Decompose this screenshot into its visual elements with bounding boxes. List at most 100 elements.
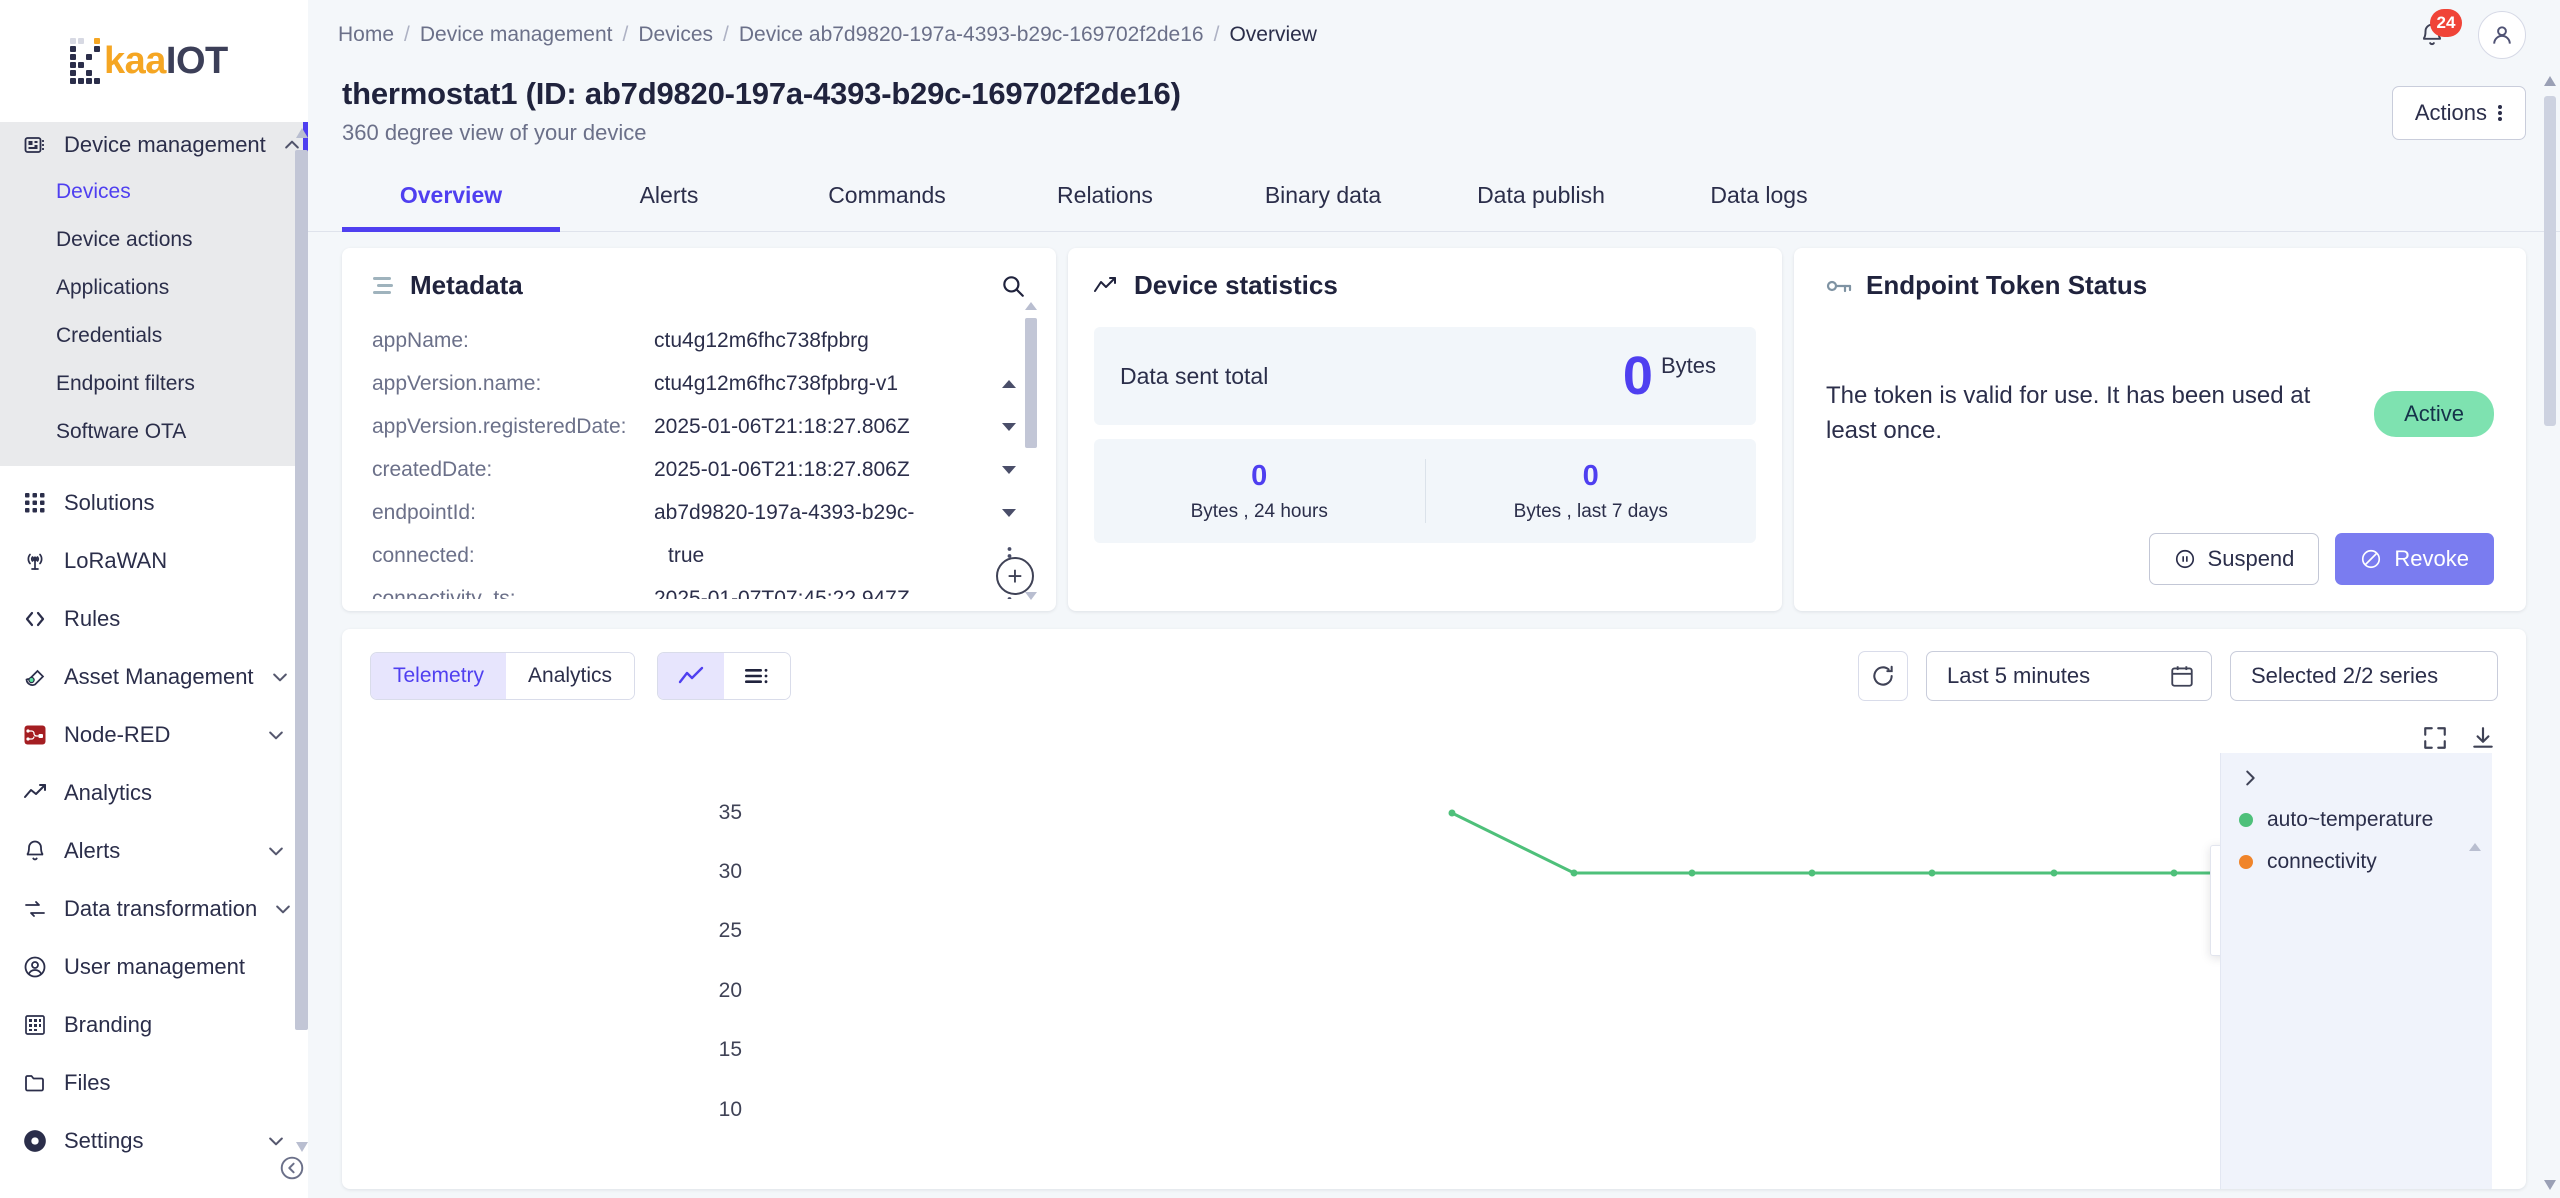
tab-data-logs[interactable]: Data logs <box>1650 168 1868 231</box>
line-chart-icon[interactable] <box>658 653 725 699</box>
sidebar-item-node-red[interactable]: Node-RED <box>0 706 308 764</box>
sidebar-item-device-actions[interactable]: Device actions <box>0 216 303 264</box>
notification-badge: 24 <box>2430 9 2462 37</box>
sidebar-item-devices[interactable]: Devices <box>0 168 303 216</box>
main-scroll-down-arrow[interactable] <box>2542 1178 2558 1192</box>
sidebar-item-credentials[interactable]: Credentials <box>0 312 303 360</box>
sidebar-item-label: Settings <box>64 1128 144 1153</box>
table-row: createdDate: 2025-01-06T21:18:27.806Z <box>342 448 1056 491</box>
caret-up-icon[interactable] <box>992 379 1026 389</box>
breadcrumb-device-management[interactable]: Device management <box>420 23 613 47</box>
segment-analytics[interactable]: Analytics <box>506 653 635 699</box>
caret-down-icon[interactable] <box>992 508 1026 518</box>
sidebar-item-label: User management <box>64 954 245 979</box>
tab-binary-data[interactable]: Binary data <box>1214 168 1432 231</box>
metadata-key: appVersion.name: <box>372 371 542 395</box>
breadcrumb-separator: / <box>404 23 410 46</box>
tab-overview[interactable]: Overview <box>342 168 560 232</box>
sidebar-item-label: Node-RED <box>64 722 171 747</box>
ban-circle-icon <box>2360 548 2382 570</box>
user-avatar[interactable] <box>2478 11 2526 59</box>
suspend-button[interactable]: Suspend <box>2148 533 2320 585</box>
legend-color-dot <box>2239 855 2253 869</box>
chevron-down-icon <box>270 667 290 687</box>
notifications-button[interactable]: 24 <box>2412 9 2462 55</box>
sidebar-item-alerts[interactable]: Alerts <box>0 822 308 880</box>
sidebar: kaaIOT Device management Devices Device … <box>0 0 308 1198</box>
time-range-picker[interactable]: Last 5 minutes <box>1926 651 2212 701</box>
chart-series-line <box>1448 809 2245 877</box>
caret-down-icon[interactable] <box>992 465 1026 475</box>
metadata-value: ab7d9820-197a-4393-b29c- <box>654 500 915 524</box>
legend-item-connectivity[interactable]: connectivity <box>2221 841 2492 883</box>
caret-down-icon[interactable] <box>992 422 1026 432</box>
metadata-rows[interactable]: appName: ctu4g12m6fhc738fpbrg appVersion… <box>342 319 1056 599</box>
user-circle-icon <box>22 954 48 980</box>
chart-plot-area[interactable]: 35 30 25 20 15 10 5 <box>342 761 2526 1189</box>
metadata-value: 2025-01-06T21:18:27.806Z <box>654 414 910 438</box>
add-metadata-button[interactable]: + <box>996 557 1034 595</box>
building-icon <box>22 1012 48 1038</box>
segment-telemetry[interactable]: Telemetry <box>371 653 507 699</box>
breadcrumb: Home / Device management / Devices / Dev… <box>338 23 1317 47</box>
view-mode-toggle <box>657 652 792 700</box>
breadcrumb-home[interactable]: Home <box>338 23 394 47</box>
legend-expand-icon[interactable] <box>2221 753 2492 799</box>
sidebar-item-data-transformation[interactable]: Data transformation <box>0 880 308 938</box>
sidebar-item-branding[interactable]: Branding <box>0 996 308 1054</box>
chevron-down-icon <box>273 899 293 919</box>
tab-relations[interactable]: Relations <box>996 168 1214 231</box>
tab-commands[interactable]: Commands <box>778 168 996 231</box>
series-selector[interactable]: Selected 2/2 series <box>2230 651 2498 701</box>
metadata-key: connectivity_ts: <box>372 586 516 600</box>
tab-alerts[interactable]: Alerts <box>560 168 778 231</box>
tab-data-publish[interactable]: Data publish <box>1432 168 1650 231</box>
breadcrumb-separator: / <box>622 23 629 46</box>
chevron-down-icon <box>266 725 288 745</box>
sidebar-item-analytics[interactable]: Analytics <box>0 764 308 822</box>
actions-button[interactable]: Actions <box>2391 86 2526 140</box>
token-card-title: Endpoint Token Status <box>1826 270 2494 301</box>
device-statistics-title-text: Device statistics <box>1134 270 1338 300</box>
sidebar-item-solutions[interactable]: Solutions <box>0 474 308 532</box>
sidebar-item-lorawan[interactable]: LoRaWAN <box>0 532 308 590</box>
download-icon[interactable] <box>2470 725 2496 751</box>
sidebar-item-software-ota[interactable]: Software OTA <box>0 408 303 456</box>
refresh-icon[interactable] <box>1858 651 1908 701</box>
brand-name-iot: IOT <box>165 39 228 82</box>
revoke-button[interactable]: Revoke <box>2335 533 2494 585</box>
table-row: appName: ctu4g12m6fhc738fpbrg <box>342 319 1056 362</box>
sidebar-item-label: Alerts <box>64 838 121 863</box>
sidebar-scroll-down-arrow[interactable] <box>294 1140 308 1154</box>
legend-scroll-up-arrow[interactable] <box>2467 841 2483 853</box>
sidebar-item-rules[interactable]: Rules <box>0 590 308 648</box>
fullscreen-icon[interactable] <box>2422 725 2448 751</box>
bell-icon <box>22 838 48 864</box>
sidebar-item-applications[interactable]: Applications <box>0 264 303 312</box>
list-view-icon[interactable] <box>724 653 791 699</box>
breadcrumb-devices[interactable]: Devices <box>638 23 713 47</box>
sidebar-item-endpoint-filters[interactable]: Endpoint filters <box>0 360 303 408</box>
metadata-scrollbar-thumb[interactable] <box>1025 318 1037 448</box>
search-icon[interactable] <box>1000 273 1026 299</box>
page-header: thermostat1 (ID: ab7d9820-197a-4393-b29c… <box>308 70 2560 146</box>
sidebar-item-files[interactable]: Files <box>0 1054 308 1112</box>
brand-logo[interactable]: kaaIOT <box>0 0 308 122</box>
main-scrollbar-thumb[interactable] <box>2544 96 2556 426</box>
key-icon <box>1826 277 1852 295</box>
metadata-card-title: Metadata <box>372 270 523 301</box>
sidebar-scrollbar-thumb[interactable] <box>295 150 308 1030</box>
breadcrumb-device-id[interactable]: Device ab7d9820-197a-4393-b29c-169702f2d… <box>739 23 1204 47</box>
sidebar-group-header-device-management[interactable]: Device management <box>0 122 303 168</box>
metadata-key: endpointId: <box>372 500 476 524</box>
sidebar-item-asset-management[interactable]: Asset Management <box>0 648 308 706</box>
metadata-card: Metadata appName: ctu4g12m6fhc738fpbrg a… <box>342 248 1056 611</box>
sidebar-item-settings[interactable]: Settings <box>0 1112 308 1170</box>
calendar-icon <box>2169 663 2195 689</box>
metadata-value: ctu4g12m6fhc738fpbrg-v1 <box>654 371 898 395</box>
sidebar-item-user-management[interactable]: User management <box>0 938 308 996</box>
table-row: appVersion.registeredDate: 2025-01-06T21… <box>342 405 1056 448</box>
legend-item-auto-temperature[interactable]: auto~temperature <box>2221 799 2492 841</box>
top-bar-actions: 24 <box>2412 9 2526 59</box>
sidebar-collapse-button[interactable] <box>278 1154 306 1182</box>
